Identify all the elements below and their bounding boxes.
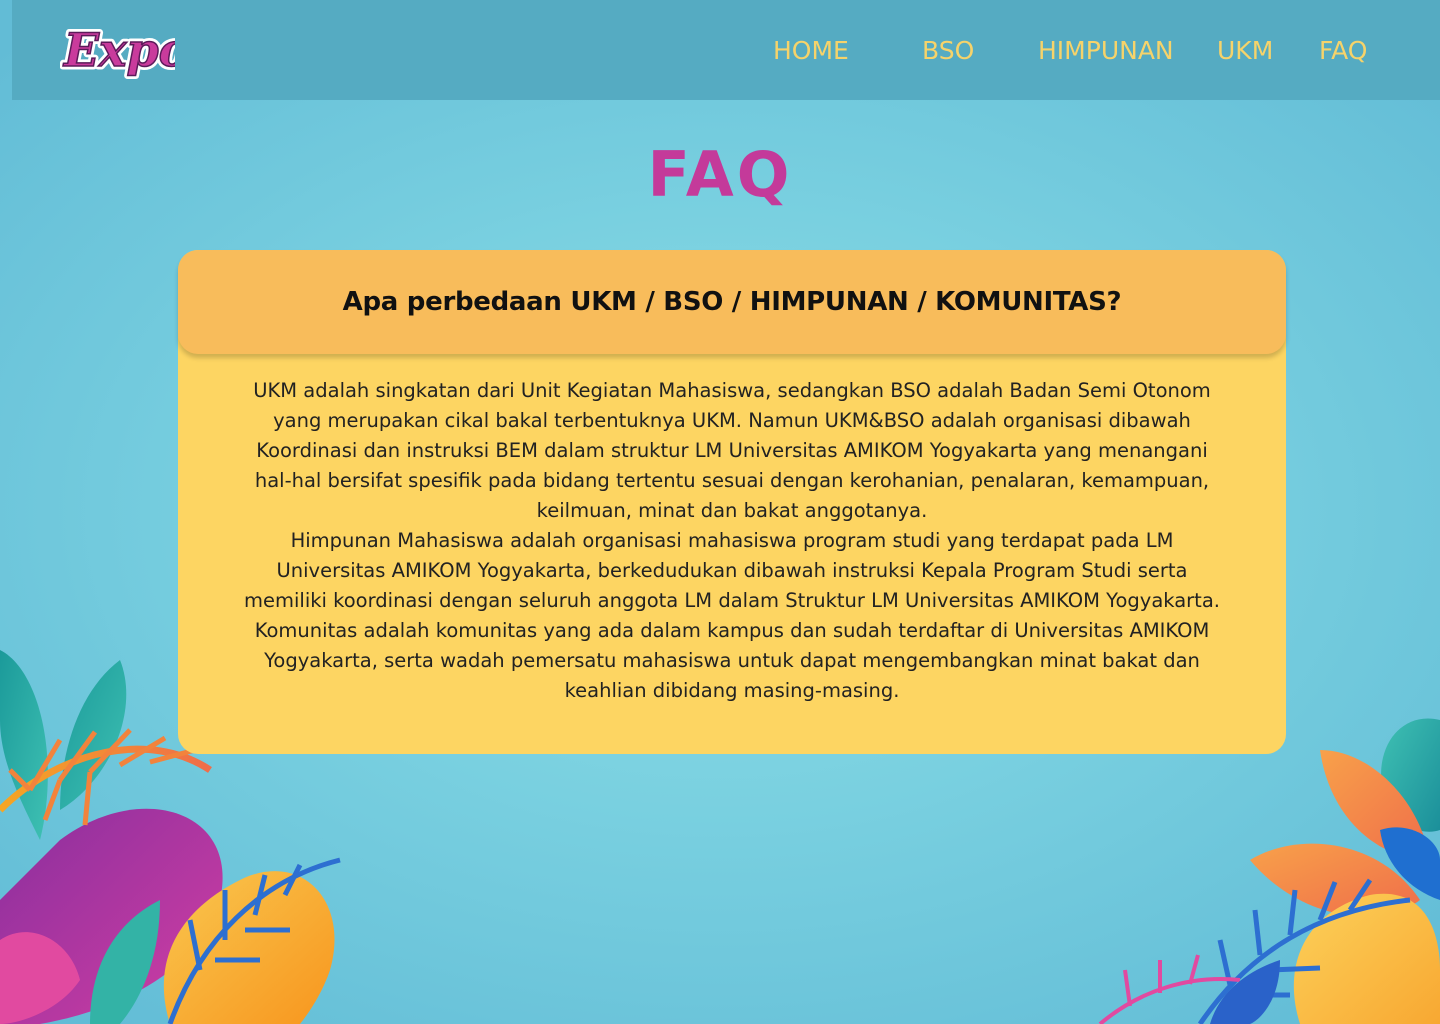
- svg-text:Expo: Expo: [62, 23, 175, 77]
- page-title: FAQ: [647, 138, 793, 211]
- answer-paragraph-ukm-bso: UKM adalah singkatan dari Unit Kegiatan …: [253, 379, 1211, 522]
- nav-bso[interactable]: BSO: [922, 34, 974, 68]
- nav-home[interactable]: HOME: [773, 34, 849, 68]
- faq-question: Apa perbedaan UKM / BSO / HIMPUNAN / KOM…: [342, 287, 1122, 317]
- faq-card: Apa perbedaan UKM / BSO / HIMPUNAN / KOM…: [178, 250, 1286, 754]
- answer-paragraph-komunitas: Komunitas adalah komunitas yang ada dala…: [254, 619, 1210, 702]
- nav-faq[interactable]: FAQ: [1319, 34, 1367, 68]
- answer-paragraph-himpunan: Himpunan Mahasiswa adalah organisasi mah…: [244, 529, 1220, 612]
- navbar: Expo Expo HOME BSO HIMPUNAN UKM FAQ: [12, 0, 1440, 100]
- faq-answer: UKM adalah singkatan dari Unit Kegiatan …: [242, 376, 1222, 706]
- nav-himpunan[interactable]: HIMPUNAN: [1038, 34, 1174, 68]
- tropical-leaves-right-icon: [1098, 718, 1440, 1024]
- expo-logo[interactable]: Expo Expo: [60, 14, 175, 86]
- nav-ukm[interactable]: UKM: [1217, 34, 1273, 68]
- faq-question-header[interactable]: Apa perbedaan UKM / BSO / HIMPUNAN / KOM…: [178, 250, 1286, 354]
